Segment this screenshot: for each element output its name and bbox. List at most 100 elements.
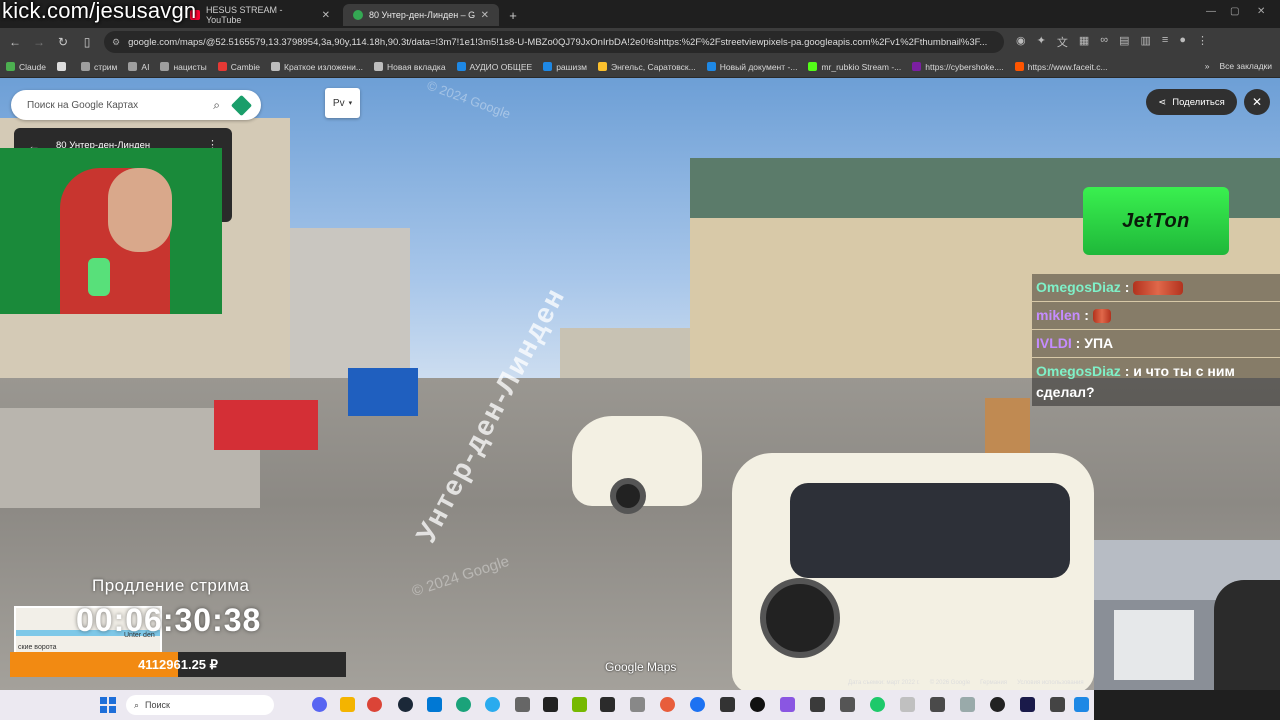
minimize-icon[interactable]: — [1206, 6, 1216, 17]
app-icon[interactable] [600, 697, 615, 712]
edge-icon[interactable] [427, 697, 442, 712]
chat-message: OmegosDiaz : [1032, 274, 1280, 301]
address-bar[interactable]: ⚙ google.com/maps/@52.5165579,13.3798954… [104, 31, 1004, 53]
bookmark-item[interactable]: AI [128, 62, 149, 72]
maps-search-box[interactable]: Поиск на Google Картах ⌕ [11, 90, 261, 120]
app-icon[interactable] [660, 697, 675, 712]
chatgpt-icon[interactable] [750, 697, 765, 712]
new-tab-button[interactable]: + [503, 4, 523, 26]
windows-start-icon[interactable] [100, 697, 116, 713]
bookmark-item[interactable]: Краткое изложени... [271, 62, 363, 72]
forward-icon[interactable]: → [27, 35, 51, 49]
bookmark-item[interactable]: Новый документ -... [706, 62, 797, 72]
microphone [88, 258, 110, 296]
app-icon[interactable] [840, 697, 855, 712]
app-icon[interactable] [1020, 697, 1035, 712]
close-tab-icon[interactable]: ✕ [481, 10, 489, 21]
media-icon[interactable]: ≡ [1162, 34, 1168, 50]
chat-message: IVLDI : УПА [1032, 330, 1280, 357]
view-toggle-button[interactable]: Рv ▾ [325, 88, 360, 118]
app-icon[interactable] [456, 697, 471, 712]
window-close-icon[interactable]: ✕ [1257, 6, 1265, 17]
taskbar-search-text: Поиск [145, 700, 170, 710]
reload-icon[interactable]: ↻ [51, 35, 75, 49]
blue-truck [348, 368, 418, 416]
copyright: © 2026 Google [929, 680, 971, 686]
app-icon[interactable] [960, 697, 975, 712]
country[interactable]: Германия [980, 680, 1007, 686]
app-icon[interactable] [870, 697, 885, 712]
directions-icon[interactable] [230, 94, 253, 116]
terms-link[interactable]: Условия использования [1017, 680, 1084, 686]
all-bookmarks-button[interactable]: Все закладки [1219, 61, 1272, 71]
app-icon[interactable] [1050, 697, 1065, 712]
app-icon[interactable] [990, 697, 1005, 712]
reading-list-icon[interactable]: ▥ [1140, 34, 1150, 50]
bookmark-item[interactable]: Новая вкладка [373, 62, 446, 72]
maximize-icon[interactable]: ▢ [1230, 6, 1239, 17]
steam-icon[interactable] [398, 697, 413, 712]
bookmark-item[interactable]: стрим [80, 62, 117, 72]
bookmark-label: Краткое изложени... [284, 61, 363, 72]
bookmark-favicon-icon [6, 62, 15, 71]
discord-icon[interactable] [312, 697, 327, 712]
close-tab-icon[interactable]: ✕ [322, 10, 330, 21]
bookmark-item[interactable]: https://cybershoke.... [912, 61, 1004, 72]
bookmark-item[interactable]: Cambie [217, 62, 260, 72]
bookmark-item[interactable] [56, 62, 70, 71]
apps-icon[interactable]: ▦ [1079, 34, 1089, 50]
app-icon[interactable] [1074, 697, 1089, 712]
red-trailer [214, 400, 318, 450]
close-street-view-button[interactable]: ✕ [1244, 89, 1270, 115]
bookmark-item[interactable]: Энгельс, Саратовск... [597, 62, 696, 72]
bookmark-favicon-icon [373, 62, 383, 71]
app-icon[interactable] [810, 697, 825, 712]
search-input[interactable]: Поиск на Google Картах [27, 100, 138, 111]
bookmark-item[interactable]: нацисты [160, 61, 207, 72]
chat-username: IVLDI [1036, 335, 1072, 351]
back-icon[interactable]: ← [3, 35, 27, 49]
search-icon: ⌕ [134, 699, 140, 710]
bookmark-label: https://cybershoke.... [925, 61, 1004, 72]
tab-youtube[interactable]: HESUS STREAM - YouTube ✕ [180, 4, 340, 26]
nvidia-icon[interactable] [572, 697, 587, 712]
capture-date: Дата съемки: март 2022 г. [848, 680, 920, 686]
bookmark-item[interactable]: АУДИО ОБЩЕЕ [456, 62, 532, 72]
app-icon[interactable] [720, 697, 735, 712]
tab-google-maps[interactable]: 80 Унтер-ден-Линден – Goog ✕ [343, 4, 499, 26]
chat-text: УПА [1084, 335, 1114, 351]
profile-avatar[interactable]: ● [1179, 34, 1186, 50]
sidebar-icon[interactable]: ▯ [75, 35, 99, 49]
app-icon[interactable] [630, 697, 645, 712]
bookmark-item[interactable]: mr_rubkio Stream -... [808, 62, 901, 72]
office-chair [1214, 580, 1280, 690]
extension-icon[interactable]: ◉ [1016, 34, 1026, 50]
file-explorer-icon[interactable] [340, 697, 355, 712]
share-button[interactable]: ⋖ Поделиться [1146, 89, 1237, 115]
bookmark-label: нацисты [173, 61, 207, 72]
bookmark-item[interactable]: рашизм [543, 62, 587, 72]
search-icon[interactable]: ⌕ [213, 98, 220, 113]
app-icon[interactable] [780, 697, 795, 712]
subathon-label: Продление стрима [92, 576, 250, 595]
site-info-icon[interactable]: ⚙ [112, 37, 120, 48]
app-icon[interactable] [930, 697, 945, 712]
donation-progress-bar: 4112961.25 ₽ [10, 652, 346, 677]
taskbar-search[interactable]: ⌕ Поиск [126, 695, 274, 715]
app-icon[interactable] [900, 697, 915, 712]
puzzle-icon[interactable]: ✦ [1037, 34, 1046, 50]
kick-channel-overlay: kick.com/jesusavgn [2, 0, 197, 23]
app-icon[interactable] [515, 697, 530, 712]
chrome-icon[interactable] [367, 697, 382, 712]
terminal-icon[interactable] [543, 697, 558, 712]
tab-search-icon[interactable]: ▤ [1119, 34, 1129, 50]
translate-icon[interactable]: 文 [1057, 34, 1068, 50]
bookmark-item[interactable]: Claude [6, 62, 46, 72]
bookmarks-overflow-button[interactable]: » [1205, 61, 1210, 71]
bookmark-item[interactable]: https://www.faceit.c... [1014, 62, 1108, 72]
telegram-icon[interactable] [485, 697, 500, 712]
chevron-down-icon: ▾ [348, 100, 353, 107]
app-icon[interactable] [690, 697, 705, 712]
menu-icon[interactable]: ⋮ [1197, 34, 1208, 50]
link-icon[interactable]: ∞ [1100, 34, 1108, 50]
